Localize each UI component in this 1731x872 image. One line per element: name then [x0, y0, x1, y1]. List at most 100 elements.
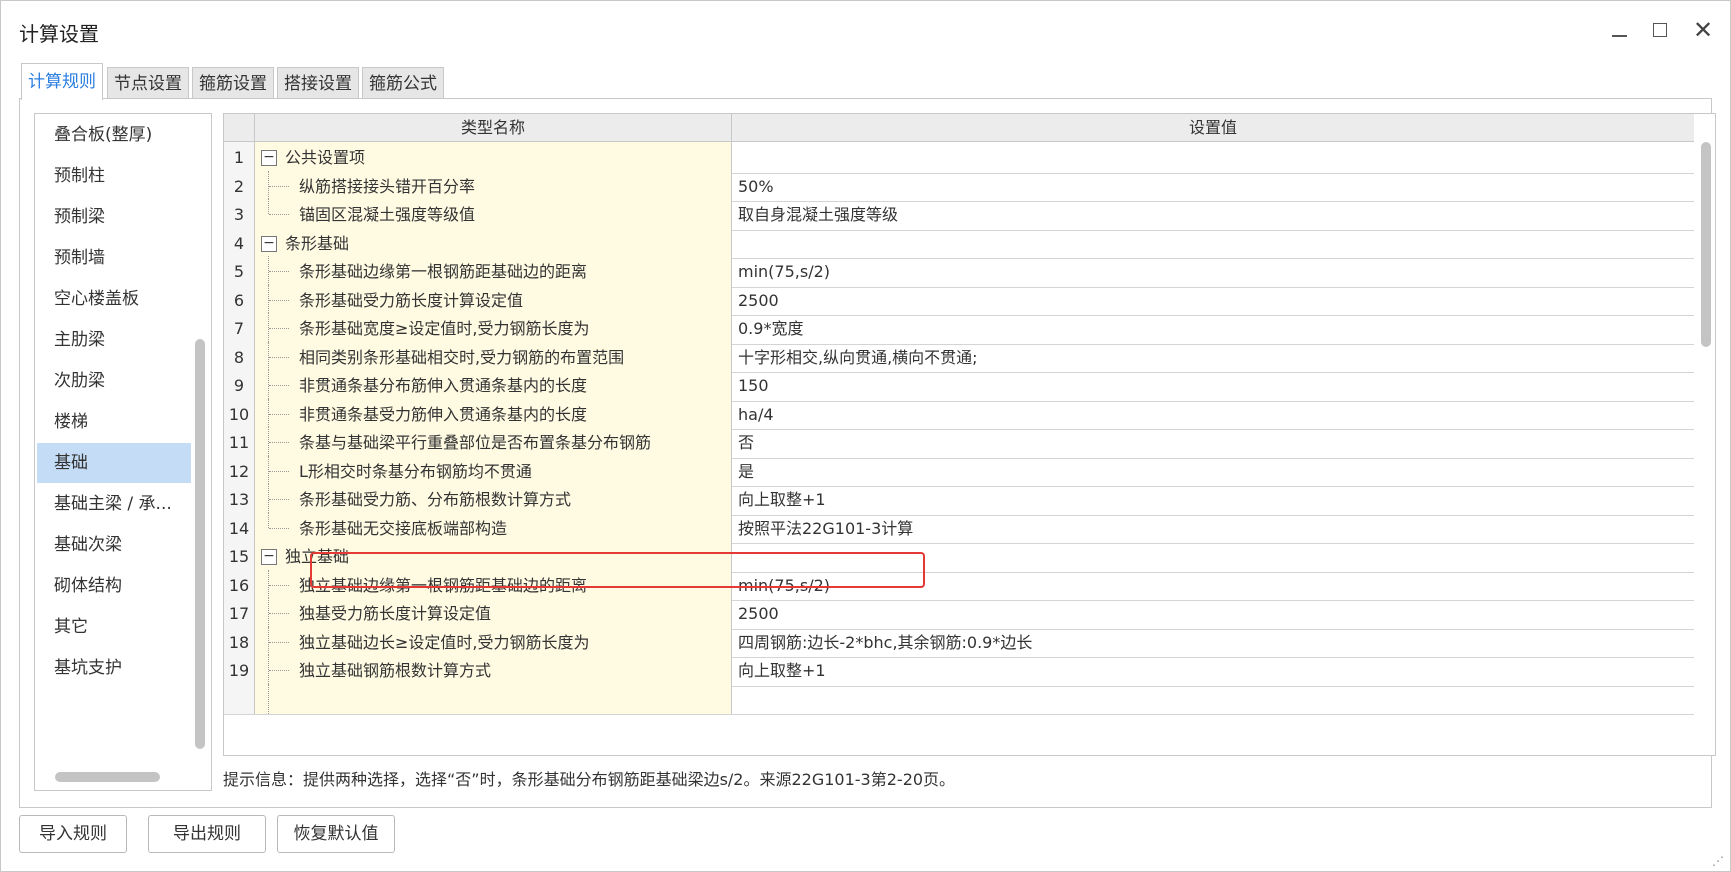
table-row[interactable]: 13 条形基础受力筋、分布筋根数计算方式 向上取整+1	[224, 484, 1694, 516]
setting-label: 条形基础无交接底板端部构造	[299, 518, 508, 538]
row-value-cell[interactable]	[732, 541, 1694, 572]
sidebar-vertical-scrollbar[interactable]	[195, 339, 205, 749]
tab-panel: 叠合板(整厚) 预制柱 预制梁 预制墙 空心楼盖板 主肋梁 次肋梁 楼梯 基础 …	[19, 98, 1716, 808]
row-name-cell: 非贯通条基分布筋伸入贯通条基内的长度	[255, 370, 732, 401]
row-number: 8	[224, 341, 255, 372]
table-row[interactable]: 10 非贯通条基受力筋伸入贯通条基内的长度 ha/4	[224, 398, 1694, 430]
group-label: 独立基础	[285, 547, 350, 566]
tree-line	[269, 499, 289, 500]
title-bar: 计算设置 ✕	[1, 1, 1730, 59]
table-row-partial[interactable]	[224, 683, 1694, 715]
scrollbar-thumb[interactable]	[1701, 142, 1711, 347]
sidebar-horizontal-scrollbar[interactable]	[55, 772, 160, 782]
table-row[interactable]: 12 L形相交时条基分布钢筋均不贯通 是	[224, 455, 1694, 487]
row-value-cell[interactable]: 50%	[732, 171, 1694, 202]
collapse-toggle-icon[interactable]: −	[261, 235, 277, 252]
setting-label: 条形基础受力筋、分布筋根数计算方式	[299, 490, 572, 509]
grid-header: 类型名称 设置值	[224, 114, 1694, 142]
table-row[interactable]: 16 独立基础边缘第一根钢筋距基础边的距离 min(75,s/2)	[224, 569, 1694, 601]
row-value-cell[interactable]: 四周钢筋:边长-2*bhc,其余钢筋:0.9*边长	[732, 627, 1694, 658]
collapse-toggle-icon[interactable]: −	[261, 150, 277, 166]
tree-line	[269, 527, 289, 529]
table-row[interactable]: 2 纵筋搭接接头错开百分率 50%	[224, 170, 1694, 202]
table-row[interactable]: 17 独基受力筋长度计算设定值 2500	[224, 598, 1694, 630]
table-row[interactable]: 19 独立基础钢筋根数计算方式 向上取整+1	[224, 655, 1694, 687]
row-value-cell[interactable]: 否	[732, 427, 1694, 458]
table-row[interactable]: 14 条形基础无交接底板端部构造 按照平法22G101-3计算	[224, 512, 1694, 544]
setting-label: 条形基础边缘第一根钢筋距基础边的距离	[299, 262, 588, 281]
sidebar-item-foundation-main-beam[interactable]: 基础主梁 / 承...	[37, 484, 191, 524]
sidebar-item-composite-slab[interactable]: 叠合板(整厚)	[37, 115, 191, 155]
grid-vertical-scrollbar[interactable]	[1700, 142, 1712, 754]
row-value-cell[interactable]: min(75,s/2)	[732, 570, 1694, 601]
row-number: 4	[224, 227, 255, 258]
calc-settings-window: 计算设置 ✕ 计算规则 节点设置 箍筋设置 搭接设置 箍筋公式 叠合板(整厚) …	[0, 0, 1731, 872]
maximize-button[interactable]	[1645, 15, 1675, 45]
row-value-cell[interactable]	[732, 684, 1694, 715]
sidebar-item-secondary-rib-beam[interactable]: 次肋梁	[37, 361, 191, 401]
resize-grip-icon[interactable]: ⋰	[1712, 853, 1728, 869]
sidebar-item-precast-column[interactable]: 预制柱	[37, 156, 191, 196]
tree-line	[269, 641, 289, 643]
sidebar-item-pit-support[interactable]: 基坑支护	[37, 648, 191, 688]
table-row[interactable]: 18 独立基础边长≥设定值时,受力钢筋长度为 四周钢筋:边长-2*bhc,其余钢…	[224, 626, 1694, 658]
table-row[interactable]: 9 非贯通条基分布筋伸入贯通条基内的长度 150	[224, 370, 1694, 402]
row-name-cell: − 公共设置项	[255, 142, 732, 173]
export-rules-button[interactable]: 导出规则	[148, 815, 266, 853]
row-name-cell: 条形基础受力筋长度计算设定值	[255, 284, 732, 315]
row-number: 6	[224, 284, 255, 315]
tree-line	[269, 442, 289, 443]
tree-line	[269, 214, 289, 215]
row-value-cell[interactable]: 十字形相交,纵向贯通,横向不贯通;	[732, 342, 1694, 373]
sidebar-item-other[interactable]: 其它	[37, 607, 191, 647]
tab-calc-rules[interactable]: 计算规则	[21, 63, 103, 100]
table-row[interactable]: 7 条形基础宽度≥设定值时,受力钢筋长度为 0.9*宽度	[224, 313, 1694, 345]
sidebar-item-masonry[interactable]: 砌体结构	[37, 566, 191, 606]
table-row[interactable]: 6 条形基础受力筋长度计算设定值 2500	[224, 284, 1694, 316]
table-row-selected[interactable]: 11 条基与基础梁平行重叠部位是否布置条基分布钢筋 否	[224, 427, 1694, 459]
row-value-cell[interactable]: 取自身混凝土强度等级	[732, 199, 1694, 230]
window-title: 计算设置	[19, 22, 99, 46]
row-value-cell[interactable]: 2500	[732, 285, 1694, 316]
row-name-cell: L形相交时条基分布钢筋均不贯通	[255, 455, 732, 486]
minimize-button[interactable]	[1604, 15, 1634, 45]
table-row[interactable]: 1 − 公共设置项	[224, 142, 1694, 174]
table-row[interactable]: 15 − 独立基础	[224, 541, 1694, 573]
row-number: 14	[224, 512, 255, 543]
row-value-cell[interactable]: 向上取整+1	[732, 655, 1694, 686]
import-rules-button[interactable]: 导入规则	[19, 815, 127, 853]
row-number	[224, 683, 255, 714]
row-value-cell[interactable]: 2500	[732, 598, 1694, 629]
header-setting-value: 设置值	[1188, 118, 1237, 137]
tab-lap-settings[interactable]: 搭接设置	[277, 67, 359, 99]
table-row[interactable]: 5 条形基础边缘第一根钢筋距基础边的距离 min(75,s/2)	[224, 256, 1694, 288]
collapse-toggle-icon[interactable]: −	[261, 549, 277, 565]
row-value-cell[interactable]: 向上取整+1	[732, 484, 1694, 515]
row-value-cell[interactable]: 150	[732, 370, 1694, 401]
row-name-cell: 条形基础受力筋、分布筋根数计算方式	[255, 484, 732, 515]
restore-default-button[interactable]: 恢复默认值	[277, 815, 395, 853]
setting-label: 纵筋搭接接头错开百分率	[299, 176, 476, 196]
tab-node-settings[interactable]: 节点设置	[107, 67, 189, 99]
close-button[interactable]: ✕	[1688, 15, 1718, 45]
row-value-cell[interactable]: min(75,s/2)	[732, 256, 1694, 287]
row-value-cell[interactable]: 是	[732, 456, 1694, 487]
sidebar-item-precast-wall[interactable]: 预制墙	[37, 238, 191, 278]
row-value-cell[interactable]	[732, 228, 1694, 259]
sidebar-item-stairs[interactable]: 楼梯	[37, 402, 191, 442]
table-row[interactable]: 4 − 条形基础	[224, 227, 1694, 259]
sidebar-item-precast-beam[interactable]: 预制梁	[37, 197, 191, 237]
tab-stirrup-settings[interactable]: 箍筋设置	[192, 67, 274, 99]
sidebar-item-main-rib-beam[interactable]: 主肋梁	[37, 320, 191, 360]
row-value-cell[interactable]: 按照平法22G101-3计算	[732, 513, 1694, 544]
row-value-cell[interactable]: ha/4	[732, 399, 1694, 430]
table-row[interactable]: 8 相同类别条形基础相交时,受力钢筋的布置范围 十字形相交,纵向贯通,横向不贯通…	[224, 341, 1694, 373]
sidebar-item-foundation-secondary-beam[interactable]: 基础次梁	[37, 525, 191, 565]
tab-stirrup-formula[interactable]: 箍筋公式	[362, 67, 444, 99]
sidebar-item-foundation[interactable]: 基础	[37, 443, 191, 483]
row-value-cell[interactable]: 0.9*宽度	[732, 313, 1694, 344]
row-value-cell[interactable]	[732, 142, 1694, 173]
sidebar-item-hollow-slab[interactable]: 空心楼盖板	[37, 279, 191, 319]
row-number: 9	[224, 370, 255, 401]
table-row[interactable]: 3 锚固区混凝土强度等级值 取自身混凝土强度等级	[224, 199, 1694, 231]
